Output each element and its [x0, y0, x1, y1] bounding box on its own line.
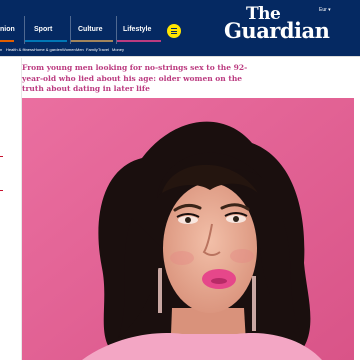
subnav-item-family[interactable]: Family: [86, 47, 98, 52]
subnav-item[interactable]: n: [0, 47, 2, 52]
masthead: nion Sport Culture Lifestyle Eur ▾ The G…: [0, 0, 360, 56]
pillar-opinion-underline: [0, 40, 14, 42]
pillar-opinion[interactable]: nion: [0, 26, 15, 33]
subnav-item-travel[interactable]: Travel: [98, 47, 109, 52]
edition-label: Eur: [319, 7, 327, 13]
page-gutter: [354, 98, 360, 360]
subnav-item-health[interactable]: Health & fitness: [6, 47, 34, 52]
lifestyle-subnav: n Health & fitness Home & garden Women M…: [0, 47, 200, 55]
hero-image: [22, 98, 354, 360]
menu-icon: [171, 28, 177, 29]
article-headline[interactable]: From young men looking for no-strings se…: [22, 63, 258, 95]
pillar-culture-underline: [71, 40, 113, 42]
subnav-item-home[interactable]: Home & garden: [34, 47, 62, 52]
pillar-sport-underline: [25, 40, 67, 42]
menu-icon: [171, 33, 177, 34]
edition-picker[interactable]: Eur ▾: [319, 7, 331, 13]
pillar-lifestyle-underline: [117, 40, 161, 42]
guardian-logo[interactable]: Guardian: [224, 18, 330, 43]
pillar-sport[interactable]: Sport: [34, 26, 52, 33]
subnav-item-money[interactable]: Money: [112, 47, 124, 52]
pillar-culture[interactable]: Culture: [78, 26, 103, 33]
menu-button[interactable]: [167, 24, 181, 38]
subnav-item-men[interactable]: Men: [76, 47, 84, 52]
menu-icon: [171, 30, 177, 32]
masthead-divider: [0, 56, 360, 57]
woman-portrait-illustration: [22, 98, 354, 360]
subnav-item-women[interactable]: Women: [62, 47, 76, 52]
pillar-lifestyle[interactable]: Lifestyle: [123, 26, 151, 33]
